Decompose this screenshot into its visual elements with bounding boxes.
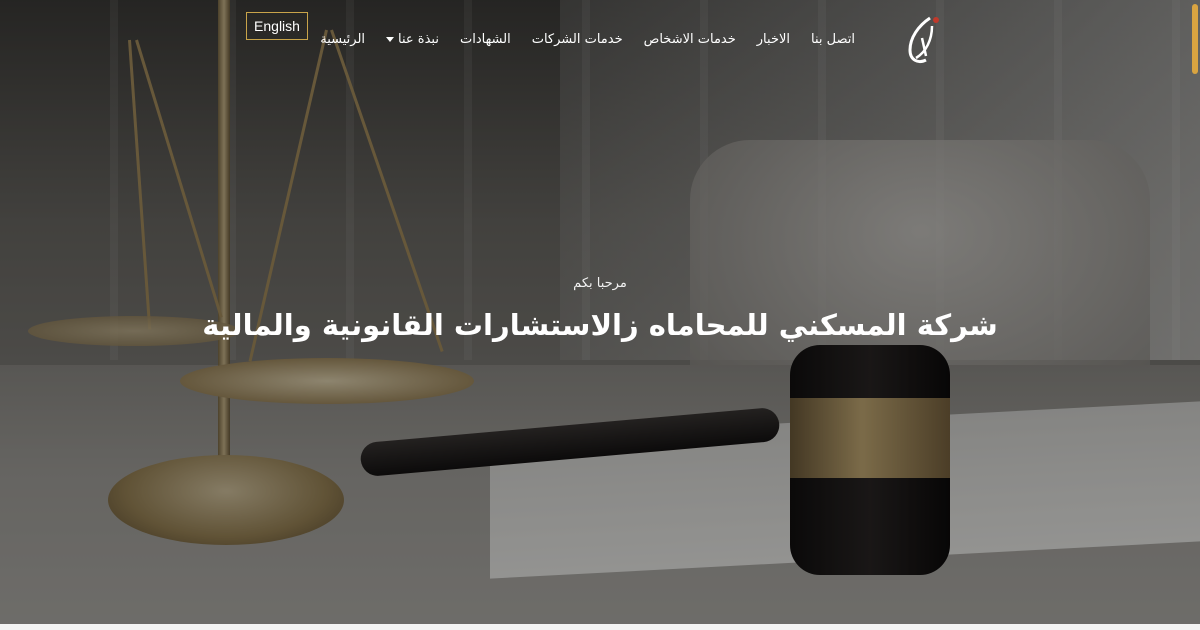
nav-contact[interactable]: اتصل بنا — [811, 32, 855, 47]
nav-home[interactable]: الرئيسية — [320, 32, 365, 47]
language-switch-button[interactable]: English — [246, 12, 308, 40]
nav-news-label: الاخبار — [756, 32, 791, 47]
hero-welcome: مرحبا بكم — [573, 276, 627, 291]
nav-contact-label: اتصل بنا — [811, 32, 855, 47]
nav-certificates-label: الشهادات — [459, 32, 511, 47]
bottom-strip — [0, 624, 1200, 630]
nav-about-label: نبذة عنا — [398, 32, 439, 47]
nav-company-services-label: خدمات الشركات — [531, 32, 623, 47]
chevron-down-icon — [386, 37, 395, 42]
nav-news[interactable]: الاخبار — [757, 32, 790, 47]
nav-about[interactable]: نبذة عنا — [386, 32, 439, 47]
nav-company-services[interactable]: خدمات الشركات — [532, 32, 623, 47]
nav-certificates[interactable]: الشهادات — [460, 32, 511, 47]
hero-headline: شركة المسكني للمحاماه زالاستشارات القانو… — [202, 308, 998, 342]
top-navbar: الرئيسية نبذة عنا الشهادات خدمات الشركات… — [0, 0, 1200, 80]
hero-section: الرئيسية نبذة عنا الشهادات خدمات الشركات… — [0, 0, 1200, 630]
logo-icon — [908, 16, 939, 64]
company-logo[interactable] — [892, 12, 950, 70]
nav-individual-services-label: خدمات الاشخاص — [643, 32, 736, 47]
scrollbar-thumb[interactable] — [1192, 4, 1198, 74]
nav-home-label: الرئيسية — [320, 32, 366, 47]
page-scrollbar[interactable] — [1190, 0, 1200, 80]
main-menu: الرئيسية نبذة عنا الشهادات خدمات الشركات… — [320, 32, 855, 47]
nav-individual-services[interactable]: خدمات الاشخاص — [644, 32, 736, 47]
